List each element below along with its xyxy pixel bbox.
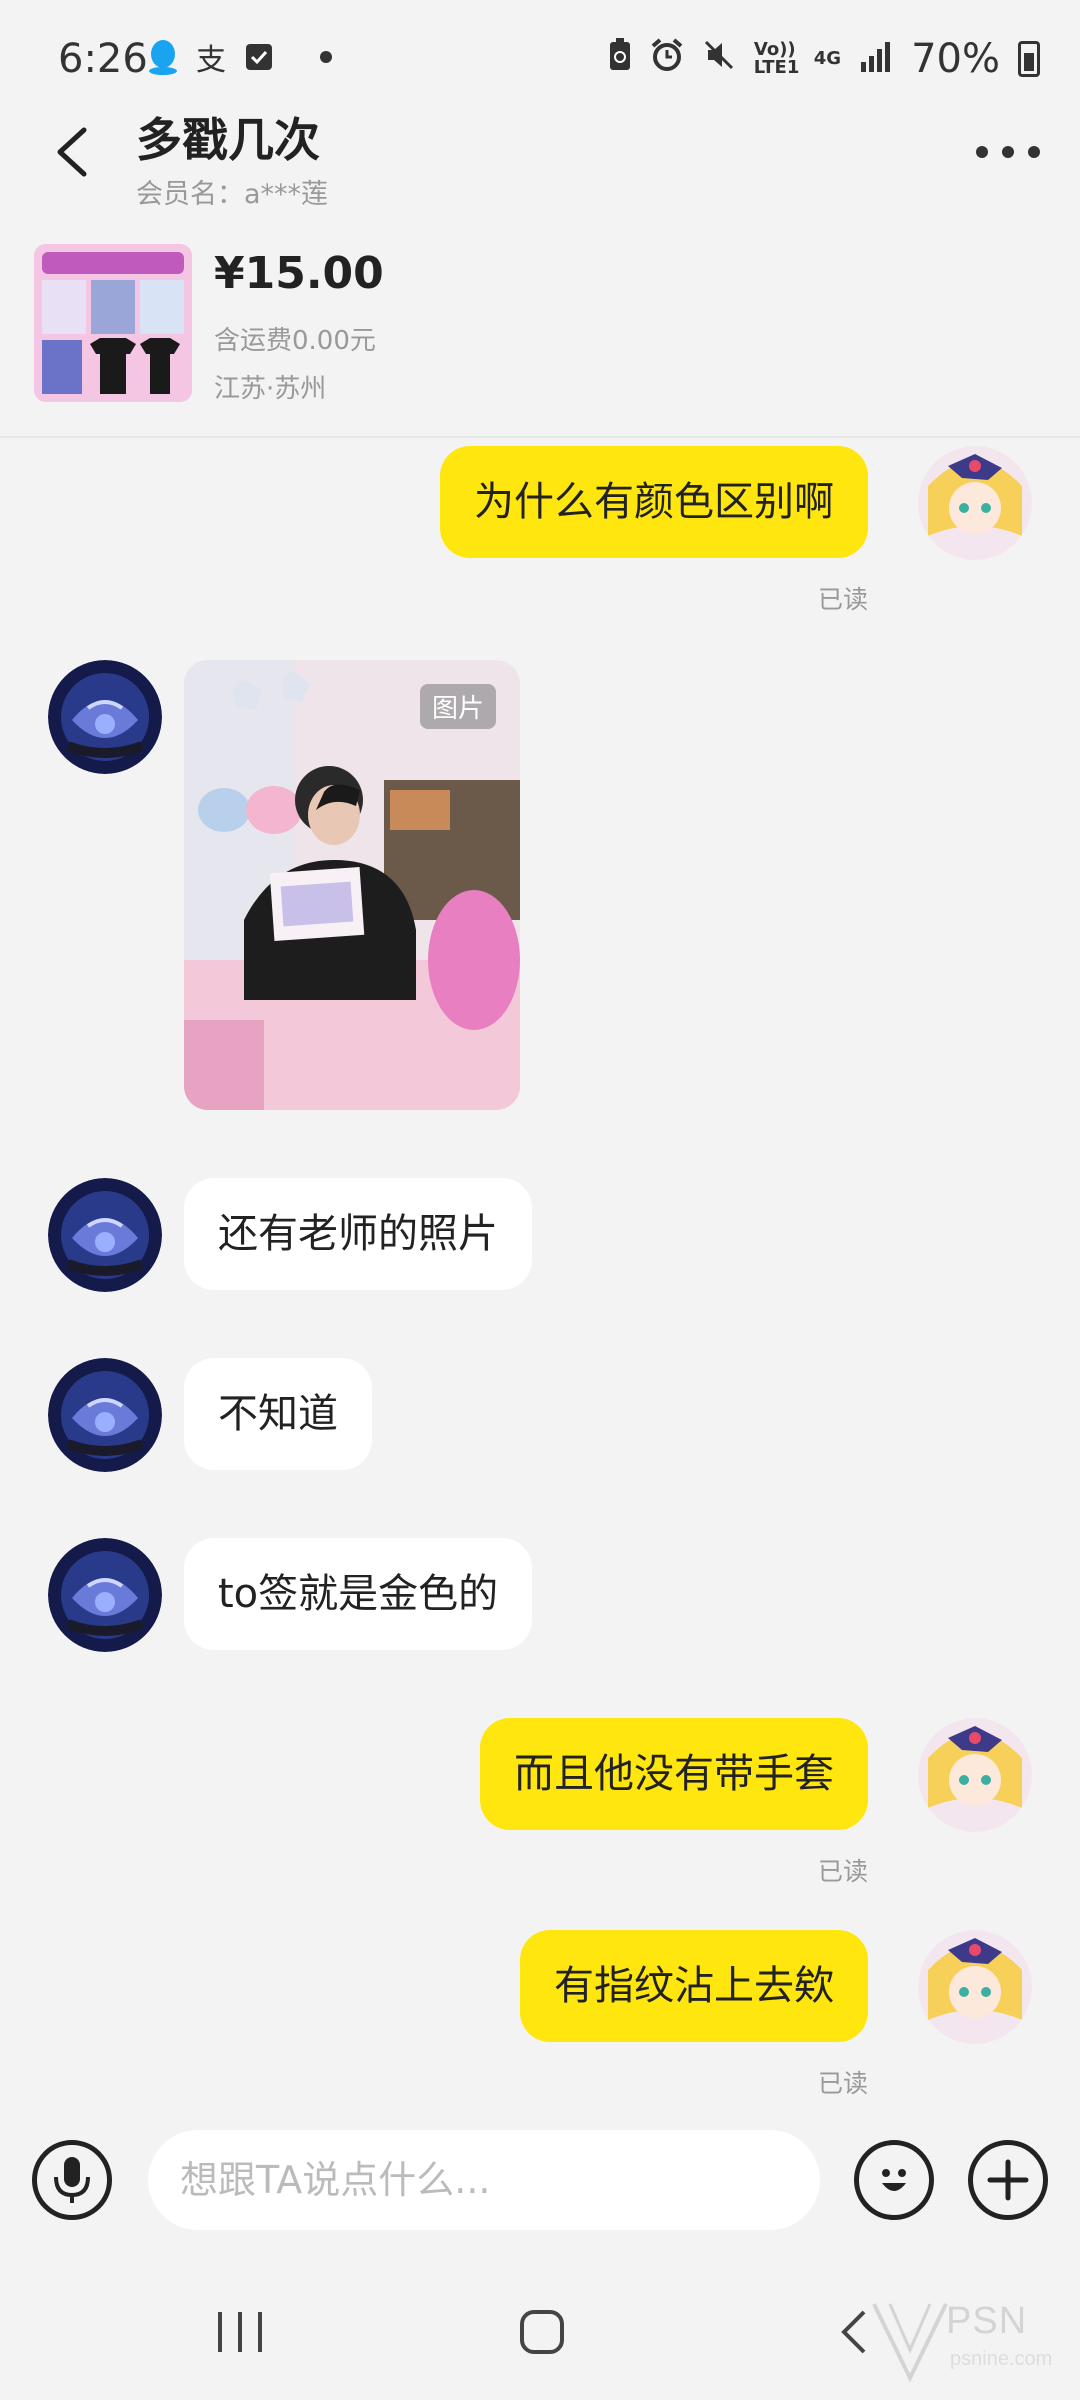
message-bubble-received[interactable]: to签就是金色的 <box>184 1538 533 1650</box>
microphone-icon <box>54 2157 90 2203</box>
product-price: ¥15.00 <box>214 248 384 299</box>
read-status: 已读 <box>817 1857 868 1886</box>
chat-header: 多戳几次 会员名： a***莲 <box>0 100 1080 220</box>
member-info: 会员名： a***莲 <box>136 172 328 211</box>
network-4g-icon: 4G <box>813 48 842 69</box>
recent-apps-button[interactable] <box>218 2312 262 2352</box>
chevron-left-icon <box>57 127 87 177</box>
qq-icon <box>146 38 180 76</box>
their-avatar[interactable] <box>48 1178 162 1292</box>
watermark-logo: PSN psnine.com <box>870 2290 1070 2390</box>
watermark-text: PSN <box>946 2300 1028 2342</box>
member-name: a***莲 <box>244 179 329 210</box>
their-avatar[interactable] <box>48 1538 162 1652</box>
product-thumbnail[interactable] <box>34 244 192 402</box>
their-avatar[interactable] <box>48 660 162 774</box>
battery-saver-icon <box>608 36 632 82</box>
mute-icon <box>702 36 736 82</box>
read-status: 已读 <box>817 585 868 614</box>
more-options-button[interactable] <box>976 140 1040 164</box>
their-avatar[interactable] <box>48 1358 162 1472</box>
dot-icon <box>1028 146 1040 158</box>
my-avatar[interactable] <box>918 446 1032 560</box>
bar-icon <box>238 2312 242 2352</box>
volte-icon: Vo)) LTE1 <box>753 39 800 78</box>
message-bubble-sent[interactable]: 为什么有颜色区别啊 <box>440 446 868 558</box>
dot-icon <box>976 146 988 158</box>
product-card[interactable]: ¥15.00 含运费0.00元 江苏·苏州 <box>0 228 1080 438</box>
message-bubble-received[interactable]: 还有老师的照片 <box>184 1178 532 1290</box>
bar-icon <box>258 2312 262 2352</box>
battery-icon <box>1018 41 1040 77</box>
plus-icon <box>987 2159 1029 2201</box>
status-left-icons: 支 <box>146 38 332 78</box>
checkbox-icon <box>242 38 276 76</box>
system-nav-bar: PSN psnine.com <box>0 2290 1080 2400</box>
watermark-shape-icon <box>872 2303 948 2383</box>
product-shipping: 含运费0.00元 <box>214 326 376 356</box>
signal-icon <box>859 36 893 82</box>
notification-dot-icon <box>320 51 332 63</box>
my-avatar[interactable] <box>918 1718 1032 1832</box>
smiley-icon <box>882 2169 906 2191</box>
voice-button[interactable] <box>32 2140 112 2220</box>
product-location: 江苏·苏州 <box>214 374 327 404</box>
status-right-icons: Vo)) LTE1 4G 70% <box>608 36 1040 82</box>
battery-percent: 70% <box>911 36 1000 82</box>
plus-button[interactable] <box>968 2140 1048 2220</box>
status-time: 6:26 <box>58 36 148 82</box>
message-bubble-sent[interactable]: 有指纹沾上去欸 <box>520 1930 868 2042</box>
alarm-icon <box>650 36 684 82</box>
read-status: 已读 <box>817 2069 868 2098</box>
message-input[interactable] <box>148 2130 820 2230</box>
dot-icon <box>1002 146 1014 158</box>
my-avatar[interactable] <box>918 1930 1032 2044</box>
bar-icon <box>218 2312 222 2352</box>
input-bar <box>0 2120 1080 2240</box>
image-tag-badge: 图片 <box>419 684 496 729</box>
message-bubble-sent[interactable]: 而且他没有带手套 <box>480 1718 868 1830</box>
emoji-button[interactable] <box>854 2140 934 2220</box>
home-button[interactable] <box>520 2310 564 2354</box>
back-button[interactable] <box>44 122 104 182</box>
page-title: 多戳几次 <box>136 113 320 167</box>
alipay-icon: 支 <box>196 43 226 78</box>
member-label: 会员名： <box>136 179 244 210</box>
image-message[interactable]: 图片 <box>184 660 520 1110</box>
message-bubble-received[interactable]: 不知道 <box>184 1358 372 1470</box>
watermark-subtext: psnine.com <box>950 2348 1053 2370</box>
